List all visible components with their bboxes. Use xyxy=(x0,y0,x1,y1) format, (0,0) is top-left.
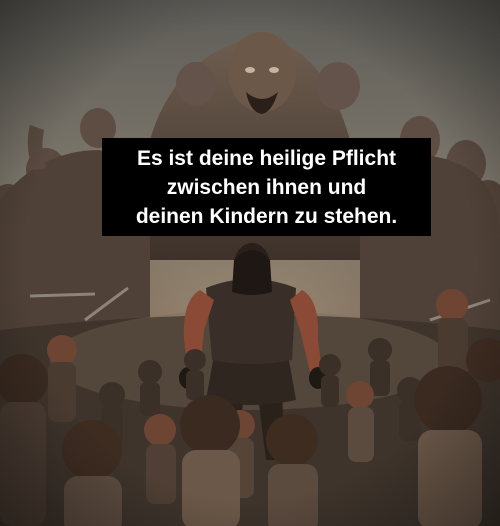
meme-image: Es ist deine heilige Pflicht zwischen ih… xyxy=(0,0,500,526)
caption-line-2: zwischen ihnen und xyxy=(166,176,367,199)
battle-scene-illustration xyxy=(0,0,500,526)
meme-caption: Es ist deine heilige Pflicht zwischen ih… xyxy=(102,138,431,236)
caption-line-1: Es ist deine heilige Pflicht xyxy=(136,147,397,170)
vignette-overlay xyxy=(0,0,500,526)
caption-line-3: deinen Kindern zu stehen. xyxy=(135,205,398,228)
